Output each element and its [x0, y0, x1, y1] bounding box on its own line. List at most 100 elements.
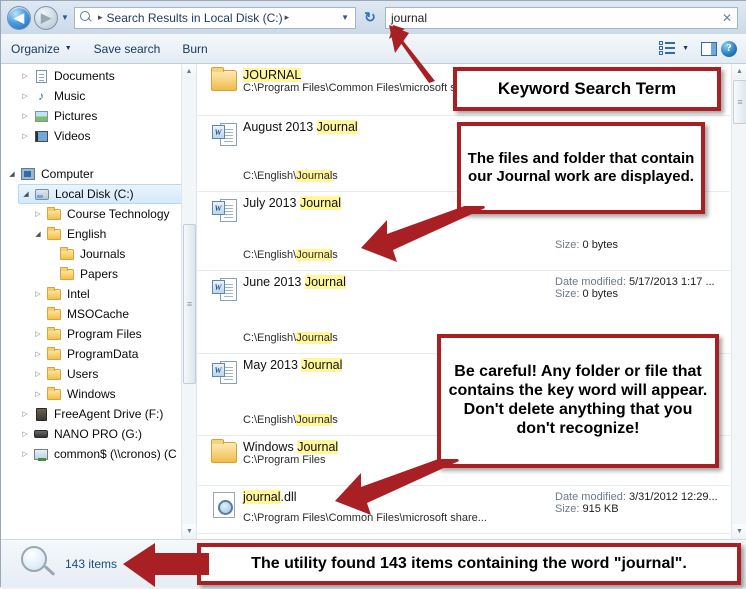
sidebar-item-music[interactable]: ▷ ♪ Music [18, 86, 196, 106]
sidebar-item-documents[interactable]: ▷ Documents [18, 66, 196, 86]
toolbar-right-group: ▼ ? [659, 40, 737, 57]
sidebar-item-computer[interactable]: ◢ Computer [5, 164, 196, 184]
folder-icon [45, 286, 63, 300]
sidebar-item-videos[interactable]: ▷ Videos [18, 126, 196, 146]
expand-arrow-icon[interactable]: ▷ [18, 430, 32, 438]
sidebar-item-journals[interactable]: Journals [44, 244, 196, 264]
folder-icon [205, 67, 243, 115]
results-scrollbar[interactable]: ▲ ▼ [731, 64, 746, 539]
sidebar-item-intel[interactable]: ▷ Intel [31, 284, 196, 304]
sidebar-item-papers[interactable]: Papers [44, 264, 196, 284]
back-button[interactable]: ◀ [7, 5, 31, 30]
forward-button[interactable]: ▶ [34, 5, 58, 30]
computer-icon [19, 168, 37, 180]
expand-arrow-icon[interactable]: ▷ [18, 410, 32, 418]
search-input[interactable]: journal ✕ [385, 6, 738, 29]
collapse-arrow-icon[interactable]: ◢ [5, 170, 19, 178]
magnifier-icon [19, 544, 59, 584]
burn-button[interactable]: Burn [182, 42, 207, 56]
sidebar-item-course-technology[interactable]: ▷ Course Technology [31, 204, 196, 224]
expand-arrow-icon[interactable]: ▷ [18, 72, 32, 80]
word-document-icon: W [205, 358, 243, 435]
change-view-icon[interactable] [659, 41, 676, 56]
search-input-value: journal [391, 10, 428, 25]
breadcrumb-current-location[interactable]: Search Results in Local Disk (C:) [107, 11, 283, 25]
sidebar-item-programdata[interactable]: ▷ ProgramData [31, 344, 196, 364]
result-row[interactable]: journal.dll C:\Program Files\Common Files… [197, 486, 730, 534]
chevron-down-icon: ▼ [64, 45, 72, 52]
organize-label: Organize [11, 41, 60, 56]
results-scroll-down-icon[interactable]: ▼ [732, 524, 746, 539]
folder-icon [45, 366, 63, 380]
sidebar-item-program-files[interactable]: ▷ Program Files [31, 324, 196, 344]
sidebar-scroll-down-icon[interactable]: ▼ [182, 524, 196, 539]
breadcrumb-separator-trailing[interactable]: ▸ [285, 12, 290, 23]
expand-arrow-icon[interactable]: ▷ [31, 350, 45, 358]
folder-icon [45, 346, 63, 360]
sidebar-item-msocache[interactable]: MSOCache [31, 304, 196, 324]
expand-arrow-icon[interactable]: ▷ [31, 370, 45, 378]
sidebar-item-local-disk-c[interactable]: ◢ Local Disk (C:) [18, 184, 186, 204]
breadcrumb-bar[interactable]: ▸ Search Results in Local Disk (C:) ▸ ▼ [74, 6, 356, 29]
sidebar-item-freeagent-drive-f[interactable]: ▷ FreeAgent Drive (F:) [18, 404, 196, 424]
sidebar-item-english[interactable]: ◢ English [31, 224, 196, 244]
organize-button[interactable]: Organize ▼ [11, 42, 72, 56]
sidebar-item-windows[interactable]: ▷ Windows [31, 384, 196, 404]
expand-arrow-icon[interactable]: ▷ [18, 450, 32, 458]
picture-icon [32, 110, 50, 122]
expand-arrow-icon[interactable]: ▷ [31, 210, 45, 218]
date-modified: Date modified: 3/31/2012 12:29... [555, 491, 718, 503]
recent-locations-button[interactable]: ▼ [58, 7, 72, 29]
sidebar-item-users[interactable]: ▷ Users [31, 364, 196, 384]
document-icon [32, 69, 50, 83]
expand-arrow-icon[interactable]: ▷ [31, 330, 45, 338]
sidebar-item-label: Local Disk (C:) [55, 187, 134, 201]
folder-icon [58, 266, 76, 280]
sidebar-item-pictures[interactable]: ▷ Pictures [18, 106, 196, 126]
folder-tree: ▷ Documents ▷ ♪ Music ▷ Pictures ▷ Videos ◢ Comput… [1, 66, 196, 464]
item-count-label: 143 items [65, 556, 118, 571]
results-scroll-up-icon[interactable]: ▲ [732, 64, 746, 79]
sidebar-item-nano-pro-g[interactable]: ▷ NANO PRO (G:) [18, 424, 196, 444]
save-search-button[interactable]: Save search [94, 42, 161, 56]
annotation-be-careful: Be careful! Any folder or file that cont… [437, 334, 719, 468]
sidebar-scroll-up-icon[interactable]: ▲ [182, 64, 196, 79]
expand-arrow-icon[interactable]: ▷ [18, 92, 32, 100]
address-dropdown-icon[interactable]: ▼ [341, 13, 352, 22]
sidebar-item-label: FreeAgent Drive (F:) [54, 407, 164, 421]
expand-arrow-icon[interactable]: ▷ [18, 132, 32, 140]
sidebar-item-label: Papers [80, 267, 119, 281]
expand-arrow-icon[interactable]: ▷ [31, 390, 45, 398]
expand-arrow-icon[interactable]: ▷ [31, 290, 45, 298]
result-metadata: Date modified: 3/31/2012 12:29... Size: 9… [555, 490, 730, 533]
sidebar-scrollbar[interactable]: ▲ ▼ [181, 64, 196, 539]
sidebar-item-label: Videos [54, 129, 91, 143]
sidebar-item-label: Music [54, 89, 86, 103]
sidebar-item-label: common$ (\\cronos) (C [54, 447, 177, 461]
result-path: C:\Program Files\Common Files\microsoft … [243, 512, 487, 524]
preview-pane-icon[interactable] [701, 41, 717, 56]
collapse-arrow-icon[interactable]: ◢ [19, 190, 33, 198]
refresh-button[interactable]: ↻ [359, 7, 381, 29]
address-bar: ◀ ▶ ▼ ▸ Search Results in Local Disk (C:… [1, 1, 746, 34]
sidebar-item-label: Intel [67, 287, 90, 301]
folder-icon [45, 226, 63, 240]
view-dropdown-icon[interactable]: ▼ [682, 45, 689, 52]
annotation-files-displayed: The files and folder that contain our Jo… [457, 122, 705, 214]
folder-icon [45, 206, 63, 220]
sidebar-item-common-cronos-c[interactable]: ▷ common$ (\\cronos) (C [18, 444, 196, 464]
sidebar-item-label: Windows [67, 387, 116, 401]
word-document-icon: W [205, 120, 243, 191]
folder-icon [58, 246, 76, 260]
music-icon: ♪ [38, 89, 44, 103]
sidebar-item-label: ProgramData [67, 347, 139, 361]
clear-search-icon[interactable]: ✕ [722, 11, 732, 25]
command-toolbar: Organize ▼ Save search Burn ▼ ? [1, 34, 746, 64]
expand-arrow-icon[interactable]: ▷ [18, 112, 32, 120]
file-size: Size: 0 bytes [555, 239, 618, 251]
collapse-arrow-icon[interactable]: ◢ [31, 230, 45, 238]
sidebar-scroll-thumb[interactable] [183, 224, 196, 384]
date-modified: Date modified: 5/17/2013 1:17 ... [555, 276, 715, 288]
help-icon[interactable]: ? [721, 40, 737, 57]
results-scroll-thumb[interactable] [733, 80, 746, 124]
